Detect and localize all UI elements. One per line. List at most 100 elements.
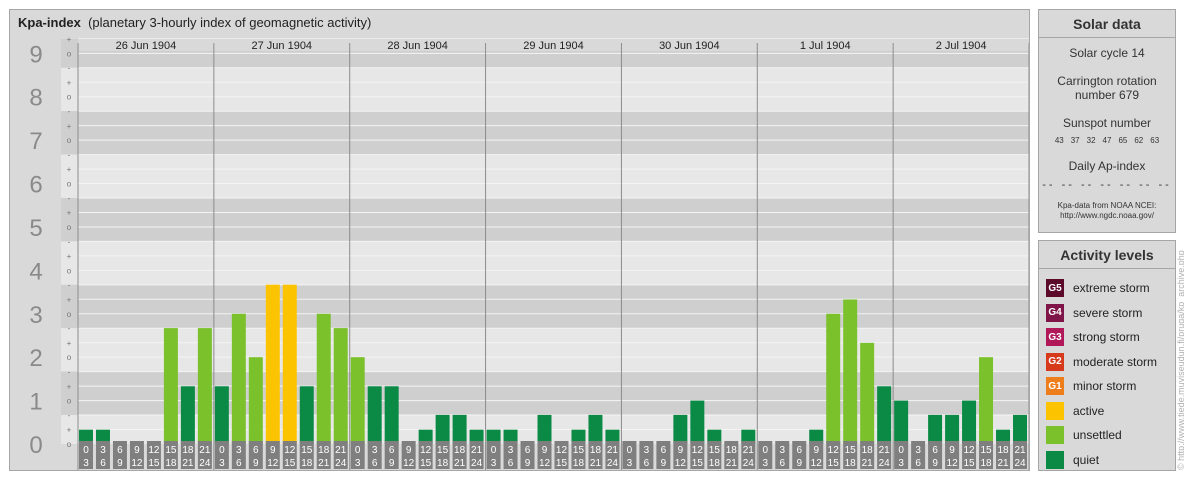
slot-start-label: 21 [607,445,619,456]
slot-end-label: 12 [267,458,279,469]
kp-bar [214,386,229,444]
slot-start-label: 3 [372,445,378,456]
kp-bar [690,400,705,444]
activity-level-label: moderate storm [1073,354,1158,369]
sunspot-value: 32 [1086,136,1096,145]
carrington-rotation: Carrington rotation number 679 [1039,74,1175,102]
y-subtick-label: + [67,252,72,261]
kp-level-band [61,197,1029,242]
source-link[interactable]: http://www.ngdc.noaa.gov/ [1039,211,1175,221]
slot-start-label: 18 [862,445,874,456]
activity-level-swatch: G3 [1046,328,1064,347]
slot-end-label: 21 [726,458,738,469]
activity-level-swatch [1046,401,1064,420]
y-subtick-label: + [67,295,72,304]
ap-heading: Daily Ap-index [1068,159,1146,173]
slot-start-label: 3 [236,445,242,456]
y-subtick-label: + [67,209,72,218]
slot-end-label: 15 [148,458,160,469]
slot-end-label: 9 [117,458,123,469]
slot-end-label: 9 [525,458,531,469]
data-source: Kpa-data from NOAA NCEI: http://www.ngdc… [1039,201,1175,221]
chart-title-bold: Kpa-index [18,15,81,30]
slot-end-label: 3 [491,458,497,469]
slot-start-label: 18 [590,445,602,456]
y-subtick-label: o [67,353,72,362]
slot-start-label: 0 [762,445,768,456]
slot-end-label: 18 [573,458,585,469]
kpa-chart: 0123456789o+o-+o-+o-+o-+o-+o-+o-+o-+o-+2… [10,35,1029,470]
sunspot-value: 63 [1150,136,1160,145]
activity-level-swatch: G2 [1046,352,1064,371]
activity-level-swatch [1046,426,1064,445]
y-subtick-label: o [67,397,72,406]
slot-end-label: 12 [811,458,823,469]
y-subtick-label: + [67,122,72,131]
activity-levels-panel: Activity levels G5 extreme storm G4 severe … [1038,240,1176,471]
day-label: 30 Jun 1904 [659,40,720,52]
y-tick-label: 4 [29,258,42,285]
carrington-line2: number 679 [1074,88,1140,102]
activity-level-swatch [1046,450,1064,469]
slot-start-label: 15 [301,445,313,456]
kp-bar [877,386,892,444]
kp-level-band [61,111,1029,155]
y-tick-label: 8 [29,85,42,112]
slot-start-label: 9 [678,445,684,456]
kp-bar [384,386,399,444]
slot-end-label: 6 [372,458,378,469]
slot-start-label: 6 [117,445,123,456]
y-subtick-label: - [68,194,71,203]
y-subtick-label: + [67,35,72,44]
slot-end-label: 18 [165,458,177,469]
slot-end-label: 15 [284,458,296,469]
activity-level-item: G2 moderate storm [1046,350,1175,375]
day-label: 28 Jun 1904 [387,40,448,52]
kp-bar [197,328,212,444]
slot-end-label: 9 [389,458,395,469]
slot-end-label: 24 [879,458,891,469]
y-subtick-label: - [68,281,71,290]
slot-end-label: 21 [454,458,466,469]
slot-start-label: 3 [644,445,650,456]
y-subtick-label: + [67,339,72,348]
y-subtick-label: - [68,150,71,159]
y-subtick-label: + [67,165,72,174]
slot-start-label: 18 [997,445,1009,456]
y-subtick-label: + [67,382,72,391]
sunspot-value: 37 [1070,136,1080,145]
slot-end-label: 12 [675,458,687,469]
sunspot-values: 43 37 32 47 65 62 63 [1039,136,1175,145]
slot-end-label: 18 [709,458,721,469]
slot-start-label: 6 [932,445,938,456]
slot-start-label: 0 [627,445,633,456]
y-subtick-label: o [67,180,72,189]
kp-bar [231,313,246,444]
kp-bar [248,357,263,444]
slot-start-label: 12 [692,445,704,456]
kp-bar [367,386,382,444]
slot-end-label: 12 [403,458,415,469]
slot-end-label: 6 [779,458,785,469]
slot-start-label: 9 [542,445,548,456]
kp-bar [979,357,994,444]
kp-level-band [61,67,1029,112]
slot-end-label: 6 [644,458,650,469]
kp-bar [316,313,331,444]
slot-end-label: 24 [1014,458,1026,469]
slot-start-label: 21 [743,445,755,456]
activity-level-item: unsettled [1046,423,1175,448]
activity-level-label: quiet [1073,452,1100,467]
slot-start-label: 15 [437,445,449,456]
sunspot-heading: Sunspot number [1062,116,1152,130]
slot-end-label: 9 [932,458,938,469]
sunspot-value: 47 [1102,136,1112,145]
slot-start-label: 0 [491,445,497,456]
y-subtick-label: - [68,368,71,377]
y-subtick-label: o [67,223,72,232]
slot-start-label: 9 [813,445,819,456]
slot-end-label: 15 [556,458,568,469]
slot-end-label: 6 [508,458,514,469]
slot-end-label: 24 [607,458,619,469]
slot-end-label: 24 [199,458,211,469]
